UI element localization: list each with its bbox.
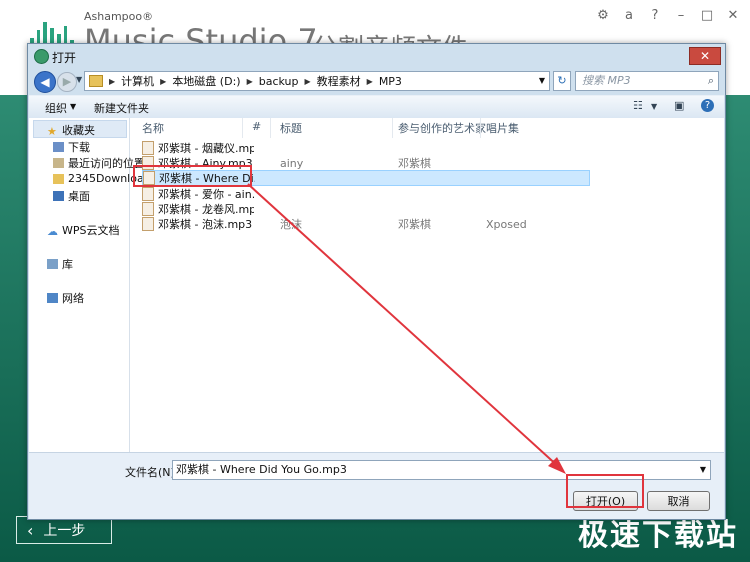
file-name: 邓紫棋 - 泡沫.mp3 [158, 218, 253, 231]
crumb-separator-icon: ▶ [246, 76, 253, 86]
breadcrumb-backup[interactable]: backup [259, 75, 299, 88]
nav-label: 桌面 [68, 190, 90, 203]
window-controls: ⚙ a ? – □ ✕ [596, 8, 740, 23]
audio-file-icon [142, 217, 154, 231]
nav-favorites[interactable]: ★ 收藏夹 [47, 122, 95, 138]
organize-menu[interactable]: 组织 [45, 100, 67, 116]
folder-icon [89, 75, 103, 87]
refresh-icon[interactable]: ↻ [553, 71, 571, 91]
nav-libraries[interactable]: 库 [47, 256, 73, 272]
open-file-dialog: 打开 ✕ ◀ ▶ ▼ ▶ 计算机 ▶ 本地磁盘 (D:) ▶ backup ▶ … [27, 43, 726, 520]
nav-downloads[interactable]: 下载 [53, 139, 90, 155]
help-icon[interactable]: ? [648, 8, 662, 23]
account-icon[interactable]: a [622, 8, 636, 23]
filename-value: 邓紫棋 - Where Did You Go.mp3 [176, 463, 347, 476]
crumb-separator-icon: ▶ [304, 76, 311, 86]
dialog-app-icon [34, 49, 49, 64]
selected-file-highlight [133, 165, 252, 187]
star-icon: ★ [47, 125, 57, 138]
audio-file-icon [142, 202, 154, 216]
nav-label: 收藏夹 [62, 124, 95, 137]
column-divider [480, 118, 481, 138]
close-icon[interactable]: ✕ [726, 8, 740, 23]
organize-dropdown-icon[interactable]: ▼ [70, 102, 76, 111]
dialog-close-button[interactable]: ✕ [689, 47, 721, 65]
file-row[interactable]: 邓紫棋 - 爱你 - ain... [142, 186, 590, 202]
file-row[interactable]: 邓紫棋 - 龙卷风.mp3 [142, 201, 590, 217]
desktop-icon [53, 191, 64, 201]
new-folder-button[interactable]: 新建文件夹 [94, 100, 149, 116]
column-header-title[interactable]: 标题 [280, 120, 302, 136]
file-artist: 邓紫棋 [398, 218, 431, 231]
audio-file-icon [142, 187, 154, 201]
library-icon [47, 259, 58, 269]
nav-label: 网络 [62, 292, 84, 305]
network-icon [47, 293, 58, 303]
file-artist: 邓紫棋 [398, 157, 431, 170]
column-header-artist[interactable]: 参与创作的艺术家 [398, 120, 486, 136]
folder-icon [53, 173, 64, 184]
minimize-icon[interactable]: – [674, 8, 688, 23]
help-icon[interactable]: ? [701, 99, 714, 112]
nav-wps-cloud[interactable]: ☁ WPS云文档 [47, 222, 120, 238]
column-divider [392, 118, 393, 138]
filename-dropdown-icon[interactable]: ▼ [700, 461, 706, 479]
filename-label: 文件名(N): [125, 466, 179, 479]
nav-label: WPS云文档 [62, 224, 120, 237]
breadcrumb-drive[interactable]: 本地磁盘 (D:) [172, 73, 240, 89]
dialog-title: 打开 [52, 51, 77, 65]
forward-arrow-icon[interactable]: ▶ [57, 72, 77, 92]
file-title: ainy [280, 156, 304, 170]
crumb-separator-icon: ▶ [109, 76, 116, 86]
recent-places-icon [53, 158, 64, 168]
column-header-number[interactable]: # [252, 120, 261, 133]
search-placeholder: 搜索 MP3 [582, 74, 631, 87]
back-button-label: 上一步 [43, 523, 86, 539]
nav-desktop[interactable]: 桌面 [53, 188, 90, 204]
file-name: 邓紫棋 - 爱你 - ain... [158, 188, 254, 201]
chevron-left-icon: ‹ [27, 520, 34, 540]
breadcrumb-materials[interactable]: 教程素材 [317, 73, 361, 89]
maximize-icon[interactable]: □ [700, 8, 714, 23]
file-name: 邓紫琪 - 烟藏仪.mp3 [158, 142, 254, 155]
navigation-pane: ★ 收藏夹 下载 最近访问的位置 2345Downloa 桌面 ☁ WPS云文档… [29, 118, 145, 452]
audio-file-icon [142, 141, 154, 155]
search-icon: ⌕ [707, 74, 714, 87]
column-header-name[interactable]: 名称 [142, 120, 164, 136]
breadcrumb-computer[interactable]: 计算机 [121, 73, 154, 89]
column-divider [270, 118, 271, 138]
file-row[interactable]: 邓紫棋 - 泡沫.mp3 泡沫 邓紫棋 Xposed [142, 216, 590, 232]
back-arrow-icon[interactable]: ◀ [34, 71, 56, 93]
nav-label: 下载 [68, 141, 90, 154]
history-dropdown-icon[interactable]: ▼ [76, 75, 82, 84]
dialog-toolbar: 组织 ▼ 新建文件夹 ☷ ▼ ▣ ? [29, 95, 724, 119]
file-row[interactable]: 邓紫琪 - 烟藏仪.mp3 [142, 140, 590, 156]
file-album: Xposed [486, 217, 527, 231]
address-bar[interactable]: ▶ 计算机 ▶ 本地磁盘 (D:) ▶ backup ▶ 教程素材 ▶ MP3 … [84, 71, 550, 91]
crumb-separator-icon: ▶ [366, 76, 373, 86]
nav-network[interactable]: 网络 [47, 290, 84, 306]
settings-icon[interactable]: ⚙ [596, 8, 610, 23]
address-dropdown-icon[interactable]: ▼ [539, 76, 545, 85]
address-row: ◀ ▶ ▼ ▶ 计算机 ▶ 本地磁盘 (D:) ▶ backup ▶ 教程素材 … [28, 68, 725, 94]
cloud-icon: ☁ [47, 225, 58, 238]
download-folder-icon [53, 142, 64, 152]
preview-pane-icon[interactable]: ▣ [674, 99, 684, 112]
search-input[interactable]: 搜索 MP3 ⌕ [575, 71, 719, 91]
back-button[interactable]: ‹ 上一步 [16, 516, 112, 544]
column-divider [242, 118, 243, 138]
file-name: 邓紫棋 - 龙卷风.mp3 [158, 203, 254, 216]
cancel-button[interactable]: 取消 [647, 491, 710, 511]
dialog-titlebar: 打开 ✕ [28, 44, 725, 68]
breadcrumb-mp3[interactable]: MP3 [379, 75, 402, 88]
file-title: 泡沫 [280, 218, 302, 231]
column-header-album[interactable]: 唱片集 [486, 120, 519, 136]
view-dropdown-icon[interactable]: ▼ [651, 102, 657, 111]
open-button-highlight [566, 474, 644, 508]
view-options-icon[interactable]: ☷ [633, 99, 643, 112]
crumb-separator-icon: ▶ [160, 76, 167, 86]
nav-label: 库 [62, 258, 73, 271]
